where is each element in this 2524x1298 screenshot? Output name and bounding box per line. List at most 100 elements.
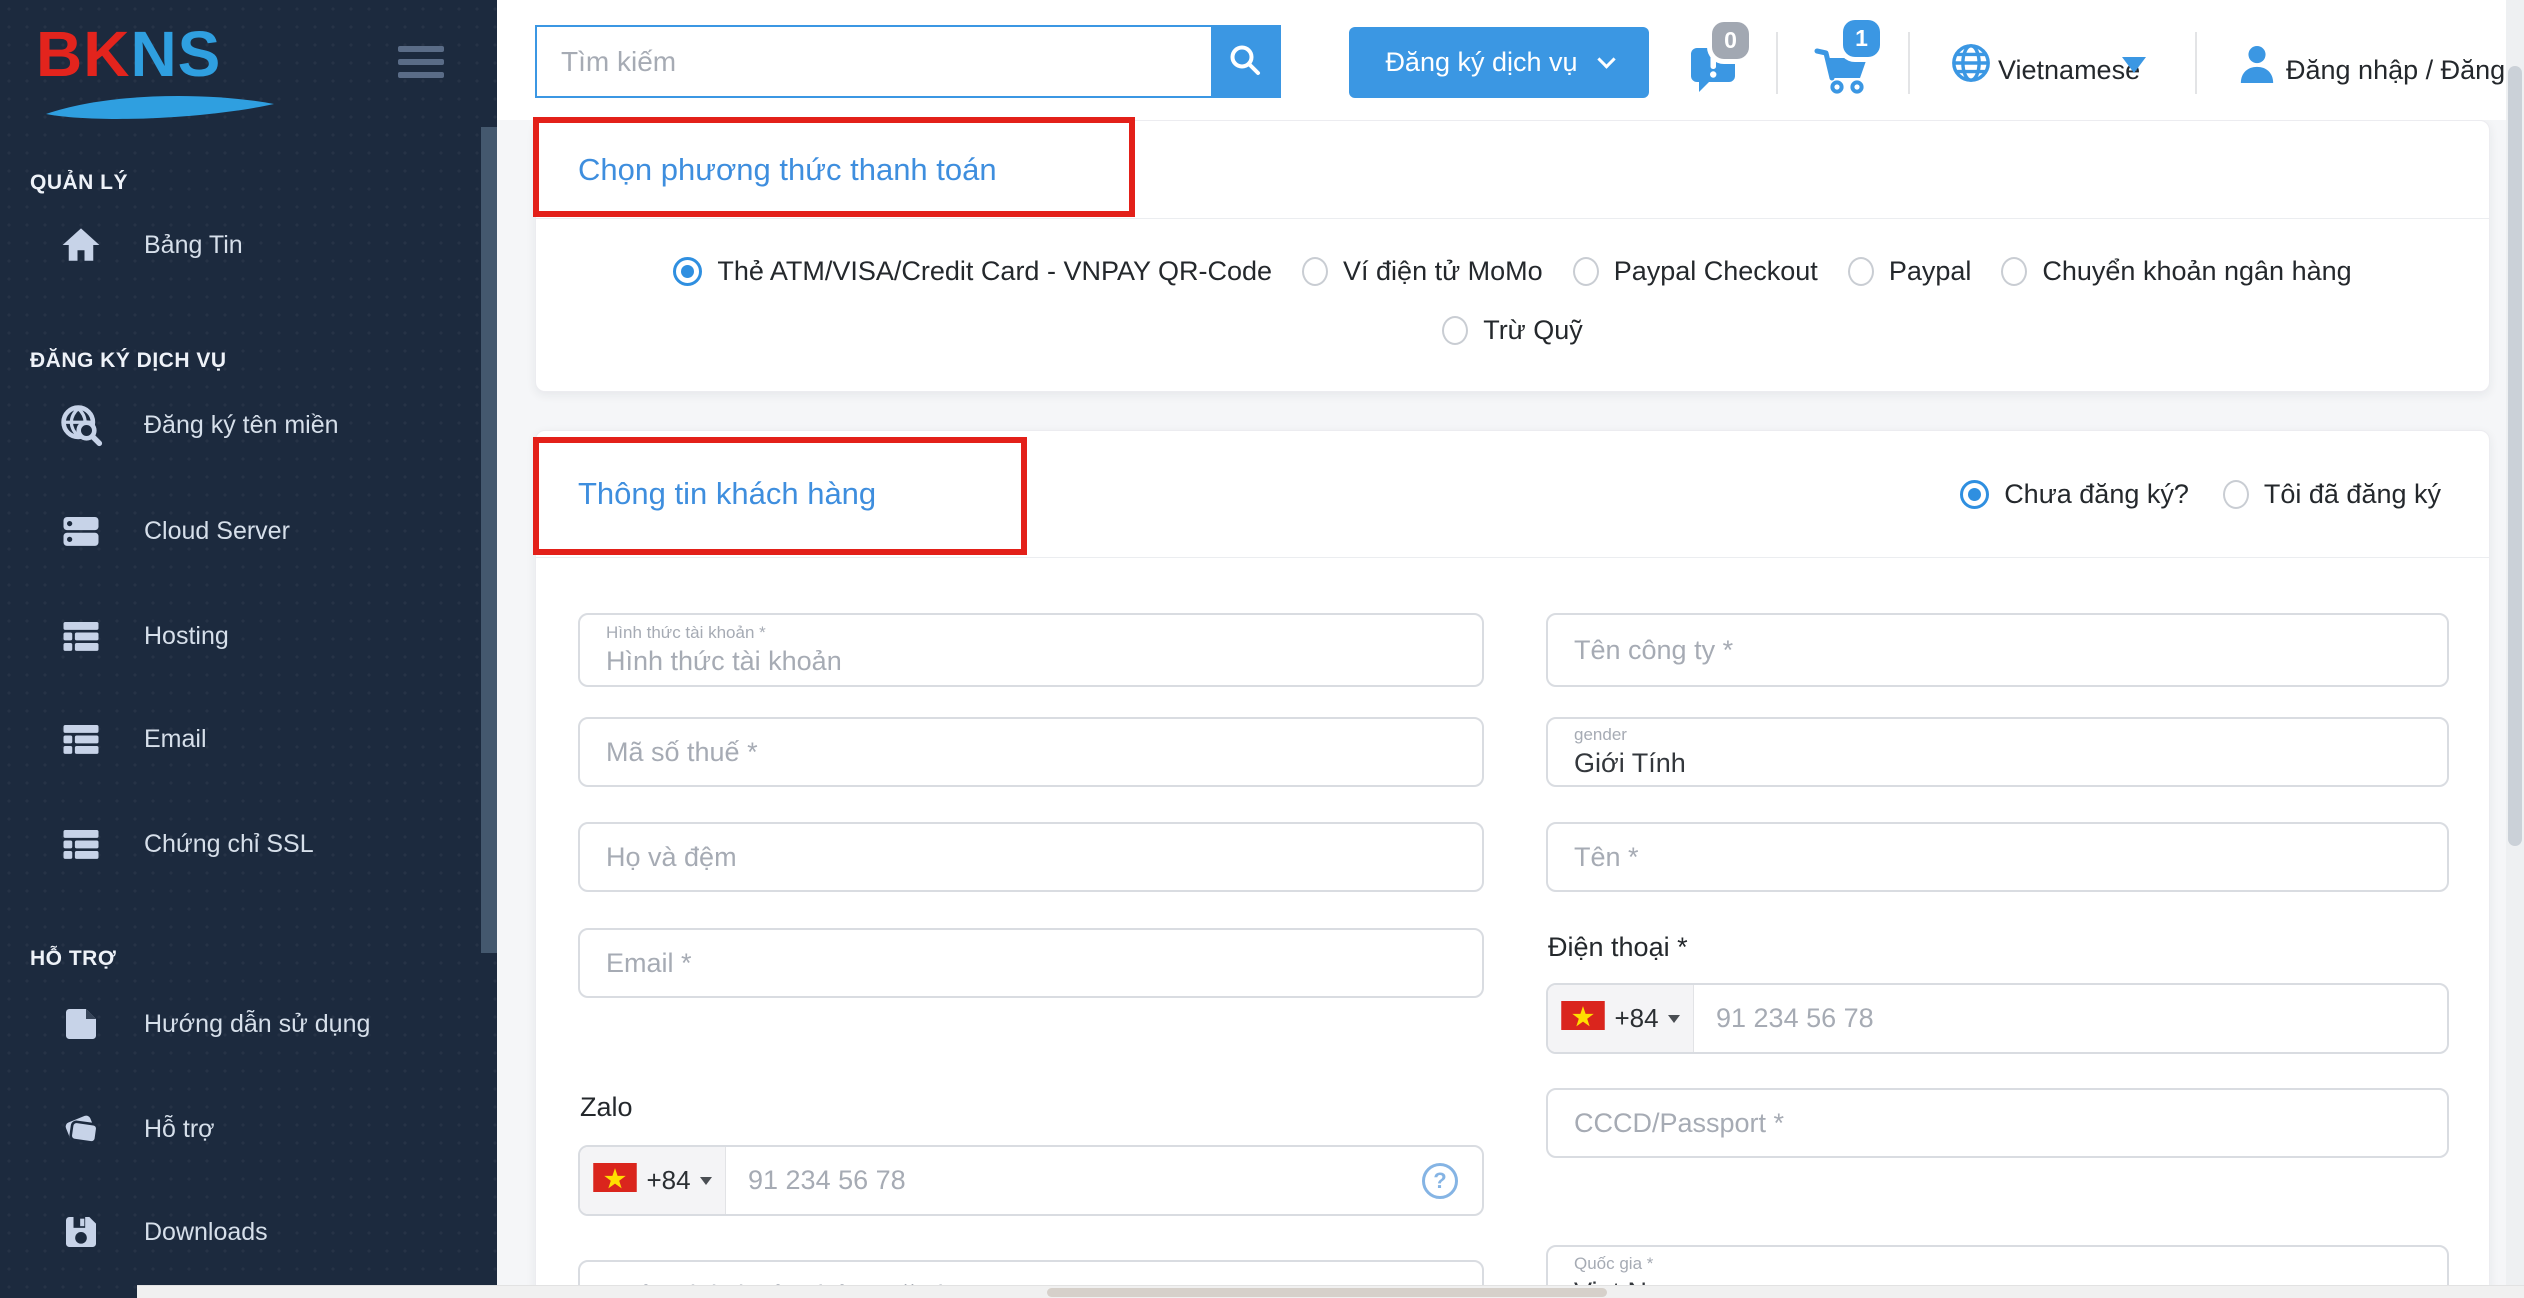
zalo-country-code-selector[interactable]: +84 <box>580 1147 726 1214</box>
chevron-down-icon <box>1596 50 1616 69</box>
payment-option-momo[interactable]: Ví điện tử MoMo <box>1302 256 1543 287</box>
customer-card-header: Thông tin khách hàng Chưa đăng ký? Tôi đ… <box>536 431 2489 558</box>
vietnam-flag-icon <box>593 1162 638 1199</box>
register-service-label: Đăng ký dịch vụ <box>1385 47 1578 77</box>
email-input[interactable] <box>606 947 1439 979</box>
topbar-divider <box>1908 32 1910 94</box>
help-icon[interactable]: ? <box>1422 1162 1458 1199</box>
account-type-value: Hình thức tài khoản <box>606 646 842 676</box>
radio-icon <box>1572 257 1599 286</box>
radio-selected-icon <box>673 257 703 286</box>
zalo-input[interactable] <box>726 1147 1482 1214</box>
topbar-divider <box>1776 32 1778 94</box>
company-name-input[interactable] <box>1574 634 2404 666</box>
horizontal-scrollbar[interactable] <box>137 1285 2524 1298</box>
sidebar-item-label: Hỗ trợ <box>144 1114 215 1143</box>
sidebar-item-label: Hosting <box>144 621 229 650</box>
server-icon <box>58 510 104 552</box>
first-name-input[interactable] <box>1574 841 2404 873</box>
payment-option-tru-quy[interactable]: Trừ Quỹ <box>1442 315 1583 346</box>
account-type-field[interactable]: Hình thức tài khoản * Hình thức tài khoả… <box>578 613 1484 687</box>
document-icon <box>58 1004 104 1044</box>
domain-search-icon <box>58 403 104 447</box>
sidebar-item-label: Chứng chỉ SSL <box>144 829 314 858</box>
cart-badge: 1 <box>1843 20 1880 57</box>
country-label: Quốc gia * <box>1574 1254 1654 1273</box>
company-name-field <box>1546 613 2449 687</box>
sidebar-item-email[interactable]: Email <box>58 715 207 763</box>
bkns-logo[interactable]: BKNS <box>36 22 221 86</box>
language-selector[interactable] <box>1950 42 1992 89</box>
login-label[interactable]: Đăng nhập / Đăng ký <box>2286 55 2524 86</box>
chat-icon <box>1687 48 1739 99</box>
radio-icon <box>2001 257 2028 286</box>
save-icon <box>58 1212 104 1252</box>
horizontal-scrollbar-thumb[interactable] <box>1047 1288 1607 1297</box>
radio-selected-icon <box>1960 479 1990 509</box>
last-name-field <box>578 822 1484 892</box>
phone-country-code-selector[interactable]: +84 <box>1548 985 1694 1052</box>
sidebar-item-chung-chi-ssl[interactable]: Chứng chỉ SSL <box>58 820 314 868</box>
register-option-existing[interactable]: Tôi đã đăng ký <box>2222 479 2441 510</box>
sidebar-section-ho-tro: HỖ TRỢ <box>30 947 117 970</box>
sidebar-item-label: Cloud Server <box>144 516 290 545</box>
radio-icon <box>1847 257 1874 286</box>
payment-method-card: Chọn phương thức thanh toán Thẻ ATM/VISA… <box>535 120 2490 392</box>
phone-field: +84 <box>1546 983 2449 1054</box>
login-button[interactable] <box>2238 44 2276 91</box>
sidebar-item-label: Email <box>144 724 207 753</box>
cart-icon <box>1812 48 1870 100</box>
sidebar-item-label: Hướng dẫn sử dụng <box>144 1009 371 1038</box>
search-input[interactable] <box>537 27 1211 96</box>
chat-badge: 0 <box>1712 22 1749 59</box>
sidebar-item-label: Đăng ký tên miền <box>144 410 339 439</box>
caret-down-icon <box>699 1176 712 1185</box>
last-name-input[interactable] <box>606 841 1439 873</box>
caret-down-icon <box>1667 1014 1680 1023</box>
sidebar-item-bang-tin[interactable]: Bảng Tin <box>58 221 243 269</box>
account-type-label: Hình thức tài khoản * <box>606 623 766 642</box>
vertical-scrollbar[interactable] <box>2506 0 2524 1298</box>
tags-icon <box>58 1108 104 1150</box>
globe-icon <box>1950 44 1992 88</box>
sidebar-item-ho-tro[interactable]: Hỗ trợ <box>58 1105 215 1153</box>
list-icon <box>58 823 104 865</box>
vertical-scrollbar-thumb[interactable] <box>2508 66 2522 846</box>
radio-icon <box>1302 257 1329 286</box>
payment-options: Thẻ ATM/VISA/Credit Card - VNPAY QR-Code… <box>566 256 2459 346</box>
sidebar-scrollbar[interactable] <box>481 127 497 953</box>
zalo-dial-code: +84 <box>646 1165 691 1195</box>
sidebar-item-downloads[interactable]: Downloads <box>58 1208 268 1256</box>
sidebar-item-huong-dan-su-dung[interactable]: Hướng dẫn sử dụng <box>58 1000 370 1048</box>
register-option-new[interactable]: Chưa đăng ký? <box>1960 479 2189 510</box>
topbar-divider <box>2195 32 2197 94</box>
logo-text-ns: NS <box>130 18 222 90</box>
sidebar-item-hosting[interactable]: Hosting <box>58 612 229 660</box>
sidebar-item-label: Downloads <box>144 1217 268 1246</box>
payment-option-vnpay[interactable]: Thẻ ATM/VISA/Credit Card - VNPAY QR-Code <box>673 256 1272 287</box>
sidebar-item-dang-ky-ten-mien[interactable]: Đăng ký tên miền <box>58 401 339 449</box>
list-icon <box>58 615 104 657</box>
phone-dial-code: +84 <box>1614 1003 1659 1033</box>
search-button[interactable] <box>1211 27 1279 96</box>
home-icon <box>58 224 104 266</box>
language-caret-icon <box>2122 57 2146 73</box>
payment-option-bank-transfer[interactable]: Chuyển khoản ngân hàng <box>2001 256 2352 287</box>
tax-code-input[interactable] <box>606 736 1439 768</box>
sidebar-toggle-button[interactable] <box>398 46 444 85</box>
sidebar-item-label: Bảng Tin <box>144 230 243 259</box>
gender-field[interactable]: gender Giới Tính <box>1546 717 2449 787</box>
payment-option-paypal-checkout[interactable]: Paypal Checkout <box>1572 256 1818 287</box>
register-service-button[interactable]: Đăng ký dịch vụ <box>1349 27 1649 98</box>
sidebar-item-cloud-server[interactable]: Cloud Server <box>58 507 290 555</box>
id-card-input[interactable] <box>1574 1107 2404 1139</box>
vietnam-flag-icon <box>1561 1000 1606 1037</box>
language-label[interactable]: Vietnamese <box>1998 55 2140 86</box>
list-icon <box>58 718 104 760</box>
payment-option-paypal[interactable]: Paypal <box>1847 256 1971 287</box>
customer-title: Thông tin khách hàng <box>578 476 877 511</box>
zalo-field: +84 ? <box>578 1145 1484 1216</box>
gender-label: gender <box>1574 725 1627 744</box>
radio-icon <box>2222 479 2249 509</box>
phone-input[interactable] <box>1694 985 2447 1052</box>
